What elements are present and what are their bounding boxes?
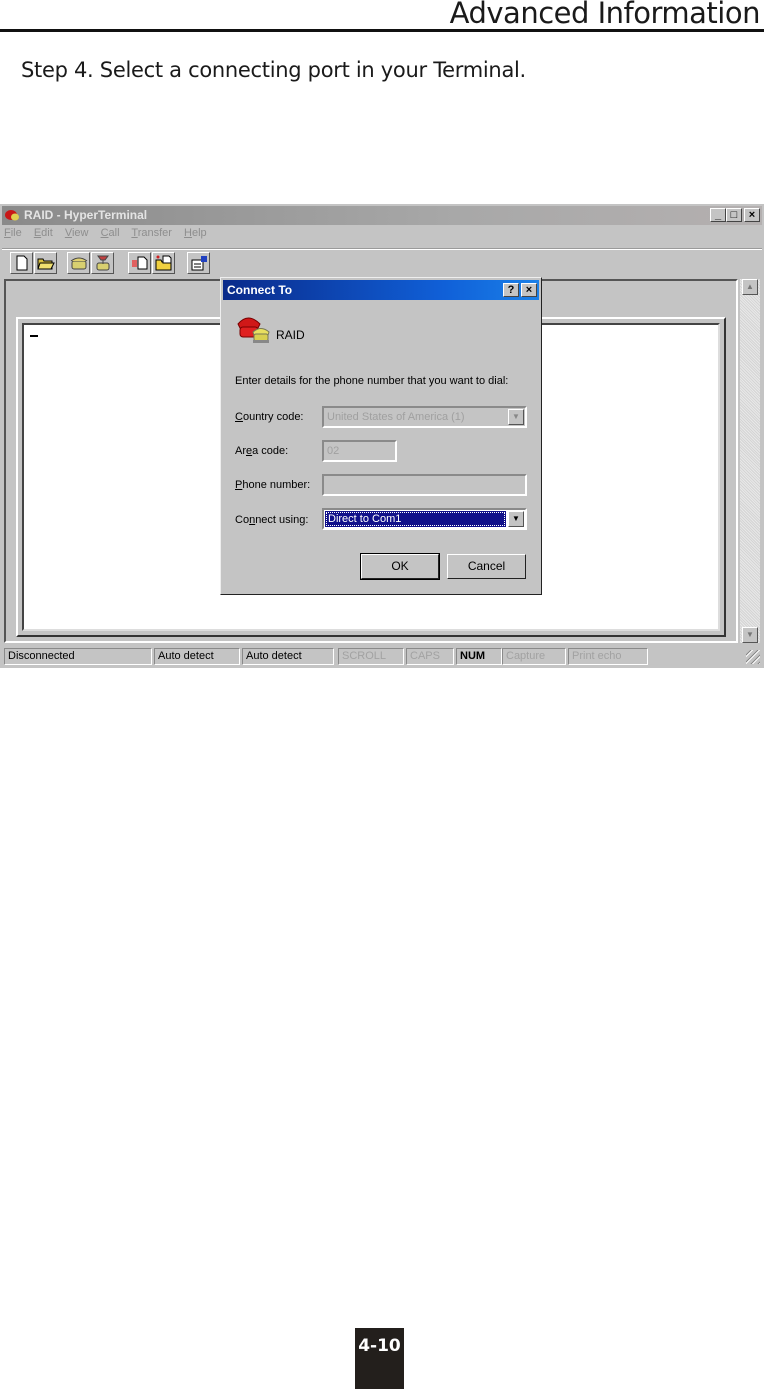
country-code-label: Country code:	[235, 411, 304, 423]
page-header-title: Advanced Information	[449, 0, 761, 30]
label-text: Ar	[235, 445, 246, 457]
menu-label: dit	[41, 227, 53, 239]
connect-to-dialog: Connect To ? × RAID Enter details for th…	[220, 277, 542, 595]
dialog-title: Connect To	[227, 283, 293, 297]
send-icon	[131, 256, 147, 270]
label-text: a code:	[252, 445, 289, 457]
menu-view[interactable]: View	[65, 227, 89, 239]
chevron-down-icon[interactable]: ▼	[508, 511, 524, 527]
receive-button[interactable]	[152, 252, 175, 274]
hyperterminal-app-icon	[5, 210, 19, 221]
cancel-button[interactable]: Cancel	[447, 554, 526, 579]
status-emulation: Auto detect	[154, 648, 240, 665]
status-port-settings: Auto detect	[242, 648, 334, 665]
open-icon	[36, 258, 55, 270]
close-button[interactable]: ×	[744, 208, 760, 222]
menu-label: all	[108, 227, 120, 239]
area-code-label: Area code:	[235, 445, 288, 457]
status-print-echo: Print echo	[568, 648, 648, 665]
scroll-up-button[interactable]: ▲	[742, 279, 758, 295]
page-number: 4-10	[355, 1328, 404, 1389]
minimize-button[interactable]: _	[710, 208, 726, 222]
window-title: RAID - HyperTerminal	[24, 208, 148, 222]
area-code-input[interactable]: 02	[322, 440, 397, 462]
label-text: Co	[235, 514, 250, 526]
connect-icon	[70, 257, 87, 270]
dialog-help-button[interactable]: ?	[503, 283, 519, 297]
header-rule	[0, 29, 764, 32]
dialog-titlebar[interactable]: Connect To ? ×	[223, 280, 539, 300]
menu-accel: C	[100, 227, 109, 239]
label-text: hone number:	[242, 479, 311, 491]
label-accel: C	[235, 411, 243, 423]
terminal-cursor	[30, 335, 38, 337]
receive-icon	[155, 255, 171, 271]
properties-icon	[191, 256, 207, 271]
connect-using-label: Connect using:	[235, 514, 308, 526]
window-titlebar[interactable]: RAID - HyperTerminal _ □ ×	[2, 206, 762, 225]
status-caps: CAPS	[406, 648, 454, 665]
menu-bar: File Edit View Call Transfer Help	[4, 227, 216, 245]
phone-number-label: Phone number:	[235, 479, 310, 491]
label-text: nect using:	[255, 514, 309, 526]
properties-button[interactable]	[187, 252, 210, 274]
new-button[interactable]	[10, 252, 33, 274]
menu-help[interactable]: Help	[184, 227, 207, 239]
maximize-button[interactable]: □	[726, 208, 742, 222]
connect-using-value: Direct to Com1	[325, 511, 506, 527]
phone-connection-icon	[237, 317, 270, 343]
chevron-down-icon[interactable]: ▼	[508, 409, 524, 425]
area-code-value: 02	[327, 445, 340, 457]
disconnect-icon	[96, 255, 109, 271]
menu-call[interactable]: Call	[101, 227, 120, 239]
dialog-prompt: Enter details for the phone number that …	[235, 375, 509, 387]
resize-grip[interactable]	[746, 650, 760, 664]
menu-label: ransfer	[137, 227, 172, 239]
status-capture: Capture	[502, 648, 566, 665]
status-bar: Disconnected Auto detect Auto detect SCR…	[2, 647, 762, 666]
open-button[interactable]	[34, 252, 57, 274]
dialog-close-button[interactable]: ×	[521, 283, 537, 297]
menu-label: iew	[71, 227, 89, 239]
vertical-scrollbar[interactable]: ▲ ▼	[740, 279, 760, 643]
country-code-select[interactable]: United States of America (1) ▼	[322, 406, 527, 428]
connect-button[interactable]	[67, 252, 90, 274]
disconnect-button[interactable]	[91, 252, 114, 274]
new-icon	[16, 255, 27, 271]
connection-name: RAID	[276, 328, 305, 342]
scroll-down-button[interactable]: ▼	[742, 627, 758, 643]
country-code-value: United States of America (1)	[327, 411, 465, 423]
send-button[interactable]	[128, 252, 151, 274]
menu-label: elp	[191, 227, 207, 239]
status-scroll: SCROLL	[338, 648, 404, 665]
step-instruction: Step 4. Select a connecting port in your…	[21, 58, 526, 82]
menu-accel: H	[184, 227, 192, 239]
status-num: NUM	[456, 648, 502, 665]
ok-button[interactable]: OK	[360, 553, 440, 580]
menu-edit[interactable]: Edit	[34, 227, 53, 239]
status-connection: Disconnected	[4, 648, 152, 665]
menu-file[interactable]: File	[4, 227, 22, 239]
connect-using-select[interactable]: Direct to Com1 ▼	[322, 508, 527, 530]
menu-separator	[2, 248, 762, 250]
menu-accel: V	[64, 227, 72, 239]
menu-accel: F	[4, 227, 11, 239]
menu-label: ile	[10, 227, 22, 239]
phone-number-input[interactable]	[322, 474, 527, 496]
label-text: ountry code:	[242, 411, 304, 423]
menu-transfer[interactable]: Transfer	[131, 227, 172, 239]
